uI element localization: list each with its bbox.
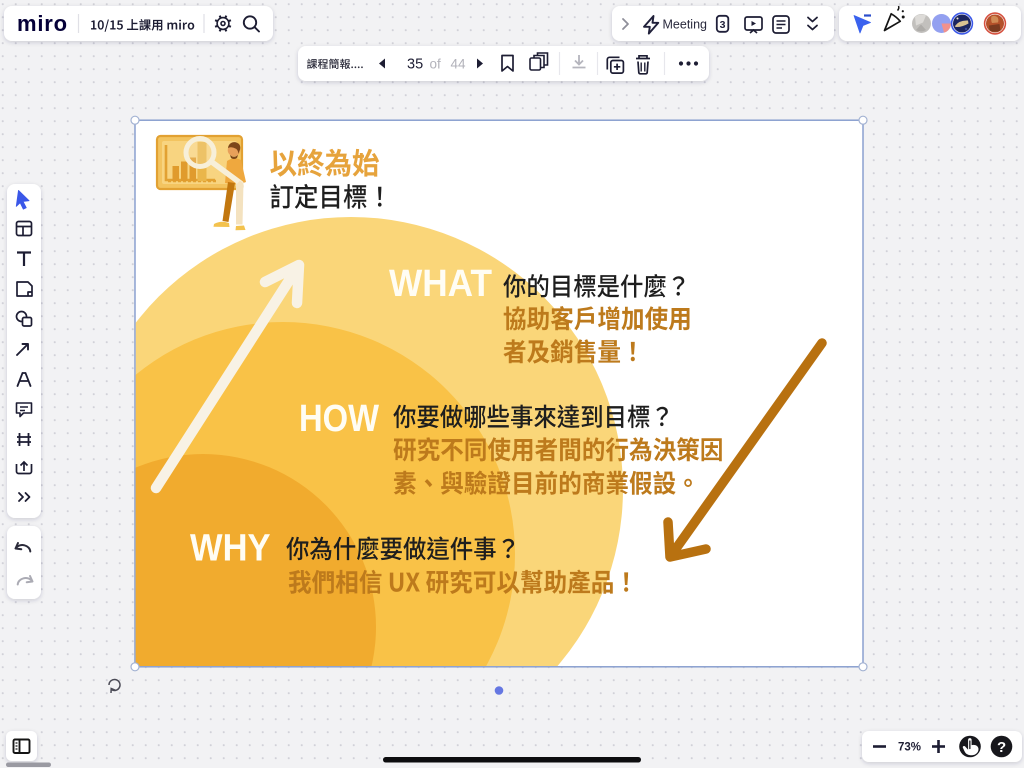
svg-text:?: ?: [997, 739, 1006, 756]
svg-text:44: 44: [451, 57, 467, 72]
svg-text:HOW: HOW: [299, 398, 379, 440]
svg-text:WHY: WHY: [190, 527, 271, 569]
svg-text:miro: miro: [17, 11, 68, 36]
svg-text:Meeting: Meeting: [663, 18, 708, 32]
svg-text:73%: 73%: [898, 742, 921, 754]
svg-text:3: 3: [720, 19, 726, 31]
svg-text:of: of: [430, 57, 442, 72]
svg-text:35: 35: [407, 57, 423, 73]
svg-text:WHAT: WHAT: [389, 263, 492, 305]
